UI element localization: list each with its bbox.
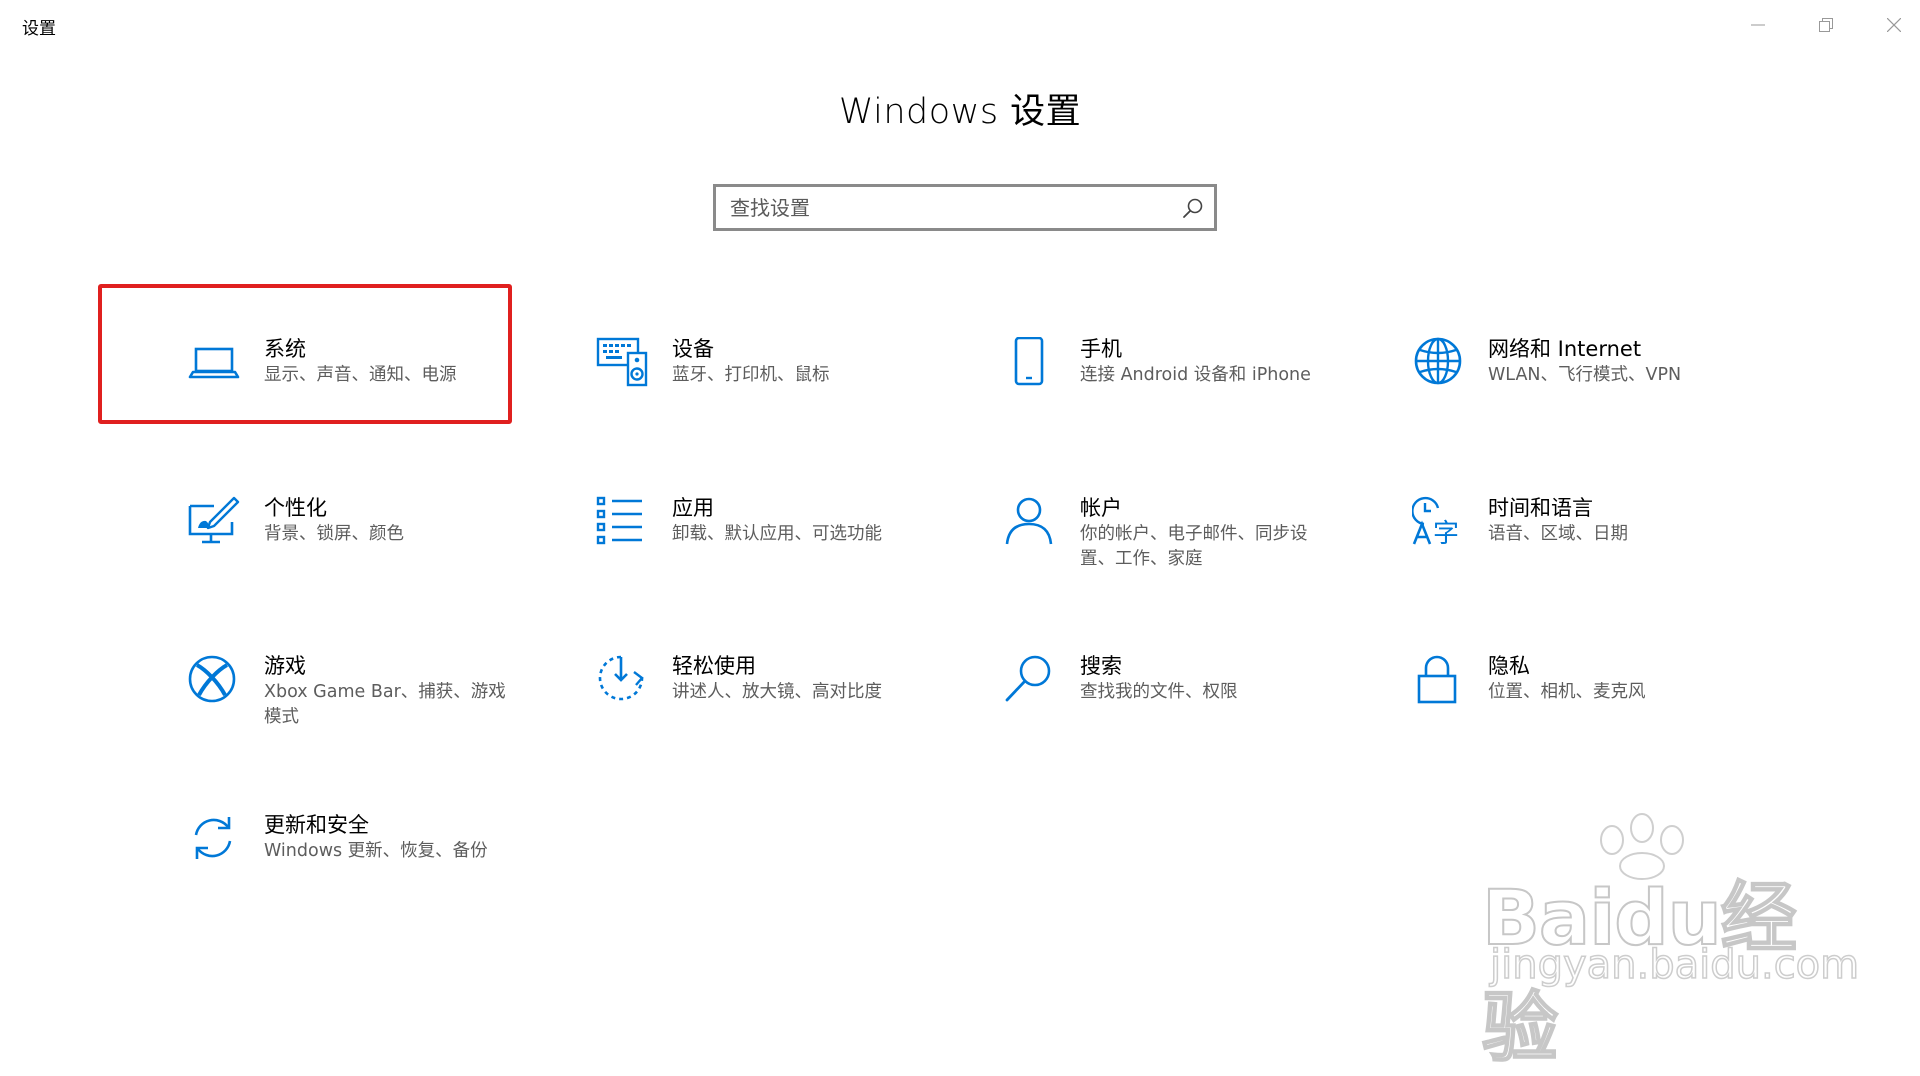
paw-icon	[1600, 813, 1684, 880]
tile-phone[interactable]: 手机 连接 Android 设备和 iPhone	[1004, 333, 1394, 453]
watermark-logo-text: Baidu经验	[1481, 872, 1798, 1073]
tile-gaming[interactable]: 游戏 Xbox Game Bar、捕获、游戏模式	[188, 650, 578, 770]
tile-title: 搜索	[1080, 654, 1122, 678]
restore-icon	[1819, 18, 1833, 32]
minimize-icon	[1751, 24, 1765, 26]
tile-title: 设备	[672, 337, 714, 361]
page-title: Windows 设置	[838, 92, 1082, 132]
tile-title: 网络和 Internet	[1488, 337, 1642, 361]
tile-privacy[interactable]: 隐私 位置、相机、麦克风	[1412, 650, 1802, 770]
tile-title: 应用	[672, 496, 714, 520]
tile-title: 时间和语言	[1488, 496, 1593, 520]
tile-title: 帐户	[1080, 496, 1122, 520]
person-icon	[1005, 497, 1053, 545]
tile-description: 位置、相机、麦克风	[1488, 682, 1646, 702]
title-bar: 设置	[0, 0, 1920, 50]
tile-time-language[interactable]: 字 时间和语言 语音、区域、日期	[1412, 492, 1802, 612]
paint-brush-icon	[188, 496, 240, 544]
tile-description: 语音、区域、日期	[1488, 524, 1628, 544]
tile-devices[interactable]: 设备 蓝牙、打印机、鼠标	[596, 333, 986, 453]
tile-description: 显示、声音、通知、电源	[264, 365, 457, 385]
phone-icon	[1014, 337, 1044, 386]
close-icon	[1887, 18, 1901, 32]
tile-description: Windows 更新、恢复、备份	[264, 841, 488, 861]
tile-description: 蓝牙、打印机、鼠标	[672, 365, 830, 385]
keyboard-speaker-icon	[596, 337, 648, 387]
tile-title: 更新和安全	[264, 813, 369, 837]
tile-description: WLAN、飞行模式、VPN	[1488, 365, 1682, 385]
tile-network[interactable]: 网络和 Internet WLAN、飞行模式、VPN	[1412, 333, 1802, 453]
minimize-button[interactable]	[1726, 0, 1790, 50]
tile-description: 背景、锁屏、颜色	[264, 524, 404, 544]
tile-ease-of-access[interactable]: 轻松使用 讲述人、放大镜、高对比度	[596, 650, 986, 770]
tile-title: 轻松使用	[672, 654, 756, 678]
tile-description: 讲述人、放大镜、高对比度	[672, 682, 882, 702]
tile-title: 隐私	[1488, 654, 1530, 678]
refresh-icon	[194, 817, 232, 859]
magnifier-icon	[1005, 655, 1051, 702]
lock-icon	[1417, 655, 1457, 704]
app-list-icon	[596, 496, 642, 545]
tile-title: 游戏	[264, 654, 306, 678]
tile-description: 你的帐户、电子邮件、同步设置、工作、家庭	[1080, 524, 1308, 569]
xbox-icon	[188, 655, 236, 703]
tile-apps[interactable]: 应用 卸载、默认应用、可选功能	[596, 492, 986, 612]
tile-personalization[interactable]: 个性化 背景、锁屏、颜色	[188, 492, 578, 612]
tile-description: 连接 Android 设备和 iPhone	[1080, 365, 1311, 385]
laptop-icon	[188, 347, 240, 379]
tile-accounts[interactable]: 帐户 你的帐户、电子邮件、同步设置、工作、家庭	[1004, 492, 1394, 612]
baidu-watermark: Baidu经验 jingyan.baidu.com	[1472, 810, 1860, 1073]
tile-title: 手机	[1080, 337, 1122, 361]
window-title: 设置	[22, 19, 56, 39]
search-box[interactable]	[713, 184, 1217, 231]
watermark-url: jingyan.baidu.com	[1489, 941, 1860, 989]
search-input[interactable]	[730, 187, 1170, 228]
tile-description: Xbox Game Bar、捕获、游戏模式	[264, 682, 506, 727]
restore-button[interactable]	[1794, 0, 1858, 50]
tile-description: 查找我的文件、权限	[1080, 682, 1238, 702]
search-icon[interactable]	[1182, 197, 1204, 219]
tile-description: 卸载、默认应用、可选功能	[672, 524, 882, 544]
tile-system[interactable]: 系统 显示、声音、通知、电源	[188, 333, 578, 453]
character-glyph: 字	[1433, 519, 1459, 548]
ease-of-access-timer-icon	[598, 655, 644, 701]
clock-language-icon: 字	[1412, 496, 1459, 548]
tile-search[interactable]: 搜索 查找我的文件、权限	[1004, 650, 1394, 770]
globe-icon	[1414, 337, 1462, 385]
tile-update-security[interactable]: 更新和安全 Windows 更新、恢复、备份	[188, 809, 578, 929]
close-button[interactable]	[1862, 0, 1920, 50]
tile-title: 系统	[264, 337, 306, 361]
tile-title: 个性化	[264, 496, 327, 520]
